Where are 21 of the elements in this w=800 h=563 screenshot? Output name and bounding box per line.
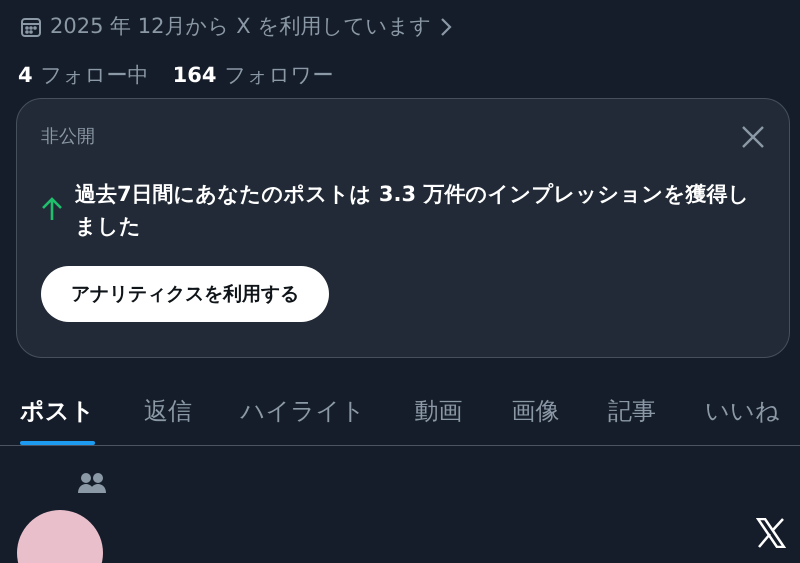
profile-tab[interactable]: 記事 [608,376,656,445]
stat-count[interactable]: 4 [18,60,33,92]
profile-tab[interactable]: いいね [704,376,780,445]
stat-count[interactable]: 164 [172,60,216,92]
profile-tab[interactable]: ポスト [20,376,95,445]
private-label: 非公開 [41,125,95,149]
profile-tab[interactable]: 画像 [511,376,560,445]
stat-label[interactable]: フォロワー [224,60,334,92]
profile-tab[interactable]: 返信 [144,376,192,445]
chevron-right-icon[interactable] [439,16,454,38]
analytics-button[interactable]: アナリティクスを利用する [41,266,329,322]
logo-icon [756,518,786,548]
stat-label[interactable]: フォロー中 [40,60,149,92]
arrow-up-icon [41,196,63,222]
close-icon[interactable] [741,124,765,148]
profile-tab[interactable]: ハイライト [240,376,366,445]
profile-tab[interactable]: 動画 [414,376,462,445]
impressions-message: 過去7日間にあなたのポストは 3.3 万件のインプレッションを獲得しました [75,181,750,240]
calendar-icon [20,16,42,38]
join-date: 2025 年 12月から X を利用しています [50,13,432,40]
people-icon [78,472,106,494]
